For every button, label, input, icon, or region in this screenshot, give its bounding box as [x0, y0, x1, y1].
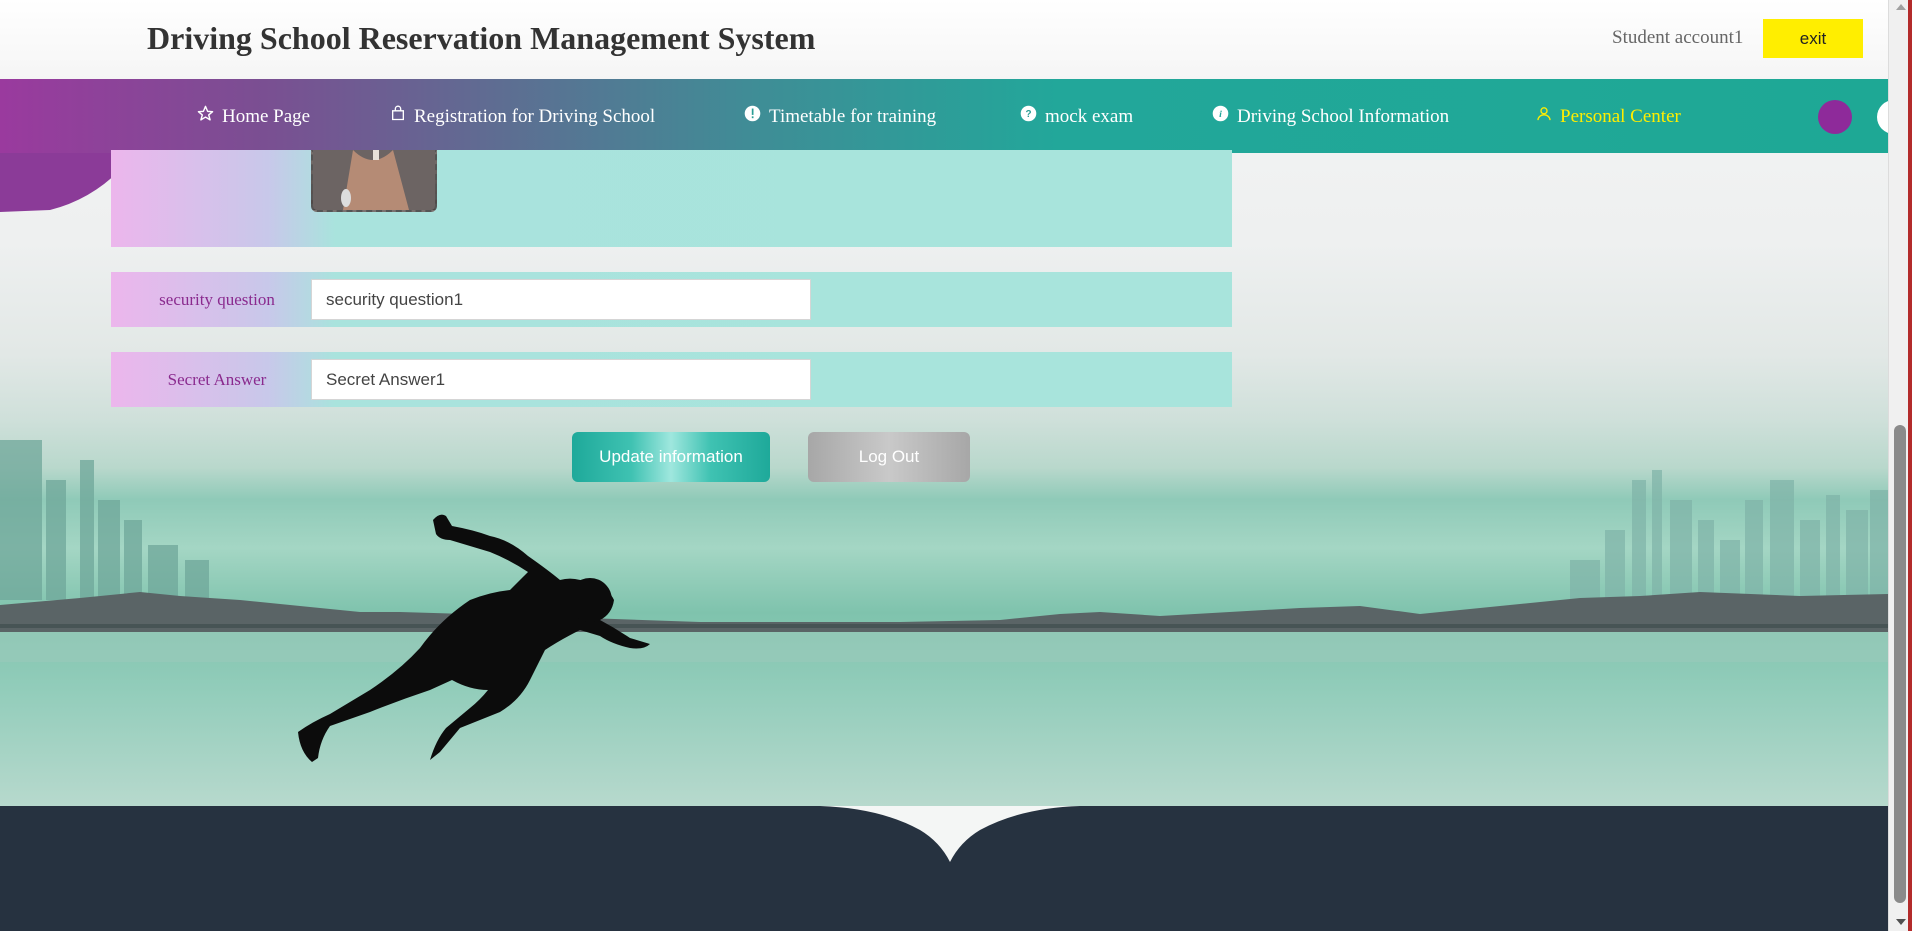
nav-item-mock-exam[interactable]: ? mock exam [1020, 105, 1133, 128]
scroll-up-arrow-icon[interactable] [1896, 4, 1906, 10]
nav-item-personal-center[interactable]: Personal Center [1536, 105, 1681, 128]
site-title: Driving School Reservation Management Sy… [147, 20, 816, 56]
exit-button[interactable]: exit [1763, 19, 1863, 58]
nav-item-timetable[interactable]: Timetable for training [744, 105, 936, 128]
nav-label: Home Page [222, 105, 311, 127]
security-question-row: security question [111, 272, 1232, 327]
main-nav: Home Page Registration for Driving Schoo… [0, 79, 1911, 153]
avatar[interactable] [311, 150, 437, 212]
nav-item-school-info[interactable]: i Driving School Information [1212, 105, 1449, 128]
info-circle-icon: i [1212, 105, 1229, 128]
nav-item-registration[interactable]: Registration for Driving School [390, 105, 655, 128]
scroll-down-arrow-icon[interactable] [1896, 919, 1906, 925]
footer-notch-decoration [820, 806, 1080, 862]
nav-label: Registration for Driving School [414, 105, 656, 127]
security-question-input[interactable] [311, 279, 811, 320]
security-question-label: security question [159, 290, 275, 309]
top-header: Driving School Reservation Management Sy… [0, 0, 1888, 79]
nav-label: mock exam [1045, 105, 1134, 127]
secret-answer-input[interactable] [311, 359, 811, 400]
nav-label: Timetable for training [769, 105, 937, 127]
user-icon [1536, 105, 1552, 128]
avatar-row [111, 150, 1232, 247]
secret-answer-row: Secret Answer [111, 352, 1232, 407]
theme-dot-purple[interactable] [1818, 100, 1852, 134]
bag-icon [390, 105, 406, 128]
svg-text:i: i [1219, 109, 1222, 120]
exclamation-circle-icon [744, 105, 761, 128]
secret-answer-label: Secret Answer [167, 370, 267, 389]
nav-label: Driving School Information [1237, 105, 1450, 127]
svg-text:?: ? [1025, 109, 1031, 120]
account-name[interactable]: Student account1 [1612, 27, 1743, 49]
scroll-thumb[interactable] [1894, 425, 1906, 903]
logout-button[interactable]: Log Out [808, 432, 970, 482]
nav-item-home[interactable]: Home Page [197, 105, 310, 128]
update-information-button[interactable]: Update information [572, 432, 770, 482]
window-edge [1908, 0, 1912, 931]
nav-label: Personal Center [1560, 105, 1681, 127]
star-icon [197, 105, 214, 128]
question-circle-icon: ? [1020, 105, 1037, 128]
